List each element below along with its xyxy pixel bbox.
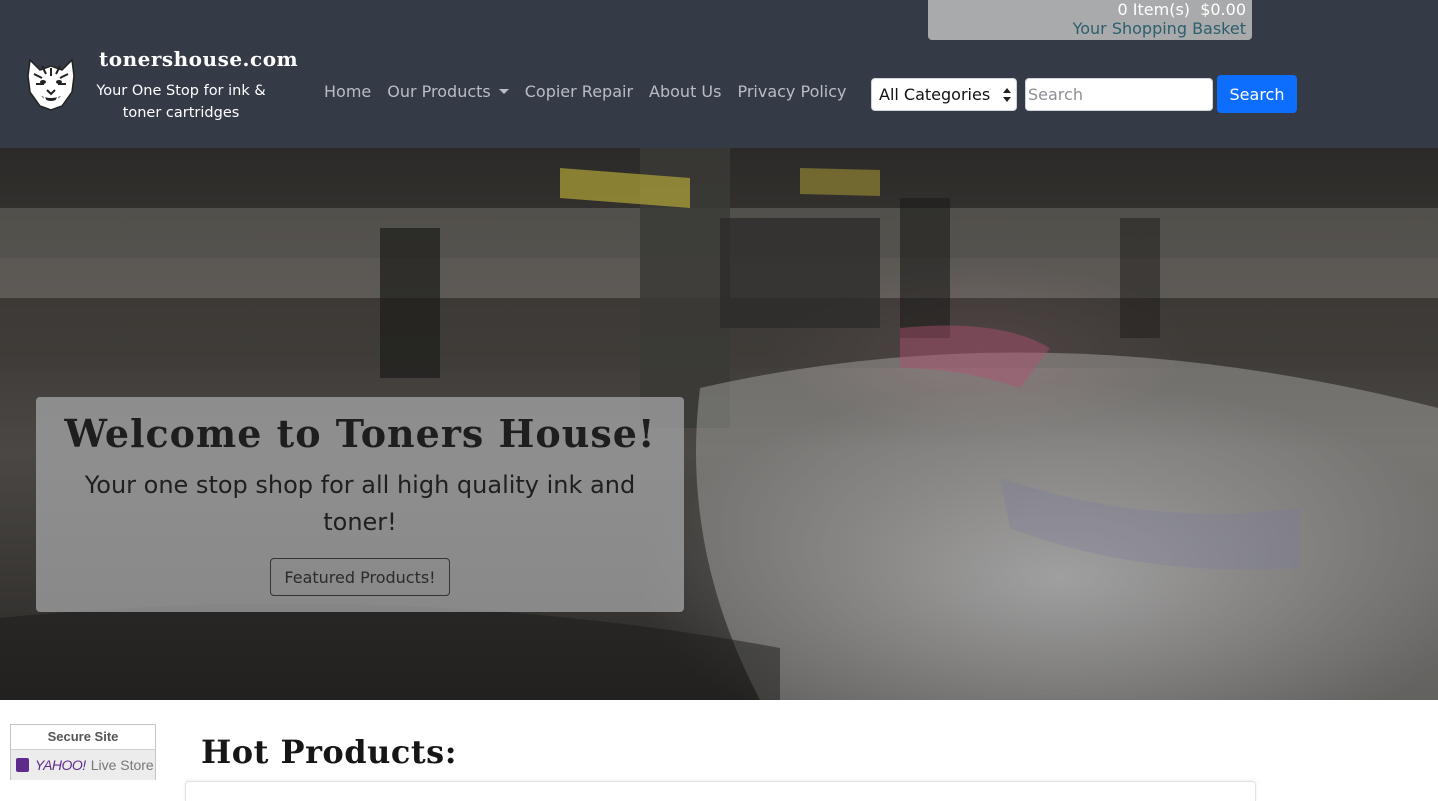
basket-count: 0 Item(s) $0.00: [1117, 0, 1246, 19]
shopping-basket[interactable]: 0 Item(s) $0.00 Your Shopping Basket: [928, 0, 1252, 40]
category-select[interactable]: All Categories: [871, 78, 1017, 111]
live-store-label: Live Store: [90, 757, 154, 773]
secure-site-label: Secure Site: [11, 725, 155, 750]
category-selected-value: All Categories: [879, 85, 991, 104]
yahoo-store-row: YAHOO! Live Store: [11, 750, 155, 780]
tiger-logo-icon[interactable]: [22, 54, 80, 112]
nav-our-products-label: Our Products: [387, 82, 491, 101]
nav-home[interactable]: Home: [324, 82, 371, 101]
hot-products-panel: [185, 781, 1256, 801]
basket-label[interactable]: Your Shopping Basket: [934, 19, 1246, 38]
nav-privacy-policy[interactable]: Privacy Policy: [737, 82, 846, 101]
nav-about-us-label: About Us: [649, 82, 722, 101]
shopping-bag-icon: [16, 758, 29, 772]
nav-home-label: Home: [324, 82, 372, 101]
yahoo-brand: YAHOO!: [35, 757, 86, 773]
site-header: tonershouse.com Your One Stop for ink & …: [0, 0, 1438, 148]
brand-tagline: Your One Stop for ink & toner cartridges: [96, 83, 266, 121]
hero-banner: Welcome to Toners House! Your one stop s…: [0, 148, 1438, 700]
search-input[interactable]: [1025, 78, 1213, 111]
brand-name[interactable]: tonershouse.com: [99, 47, 298, 71]
nav-our-products[interactable]: Our Products: [387, 82, 509, 101]
featured-products-button[interactable]: Featured Products!: [270, 558, 450, 596]
select-arrows-icon: [1003, 88, 1011, 102]
main-nav: Home Our Products Copier Repair About Us…: [324, 82, 847, 101]
hero-subtitle: Your one stop shop for all high quality …: [84, 471, 636, 536]
nav-about-us[interactable]: About Us: [649, 82, 721, 101]
nav-privacy-policy-label: Privacy Policy: [737, 82, 847, 101]
chevron-down-icon: [498, 89, 509, 94]
nav-copier-repair[interactable]: Copier Repair: [525, 82, 633, 101]
hero-title: Welcome to Toners House!: [64, 411, 656, 456]
nav-copier-repair-label: Copier Repair: [524, 82, 634, 101]
hero-caption: Welcome to Toners House! Your one stop s…: [36, 397, 684, 612]
hot-products-heading: Hot Products:: [201, 733, 457, 771]
search-button[interactable]: Search: [1217, 75, 1297, 113]
secure-site-badge[interactable]: Secure Site YAHOO! Live Store: [10, 724, 156, 780]
